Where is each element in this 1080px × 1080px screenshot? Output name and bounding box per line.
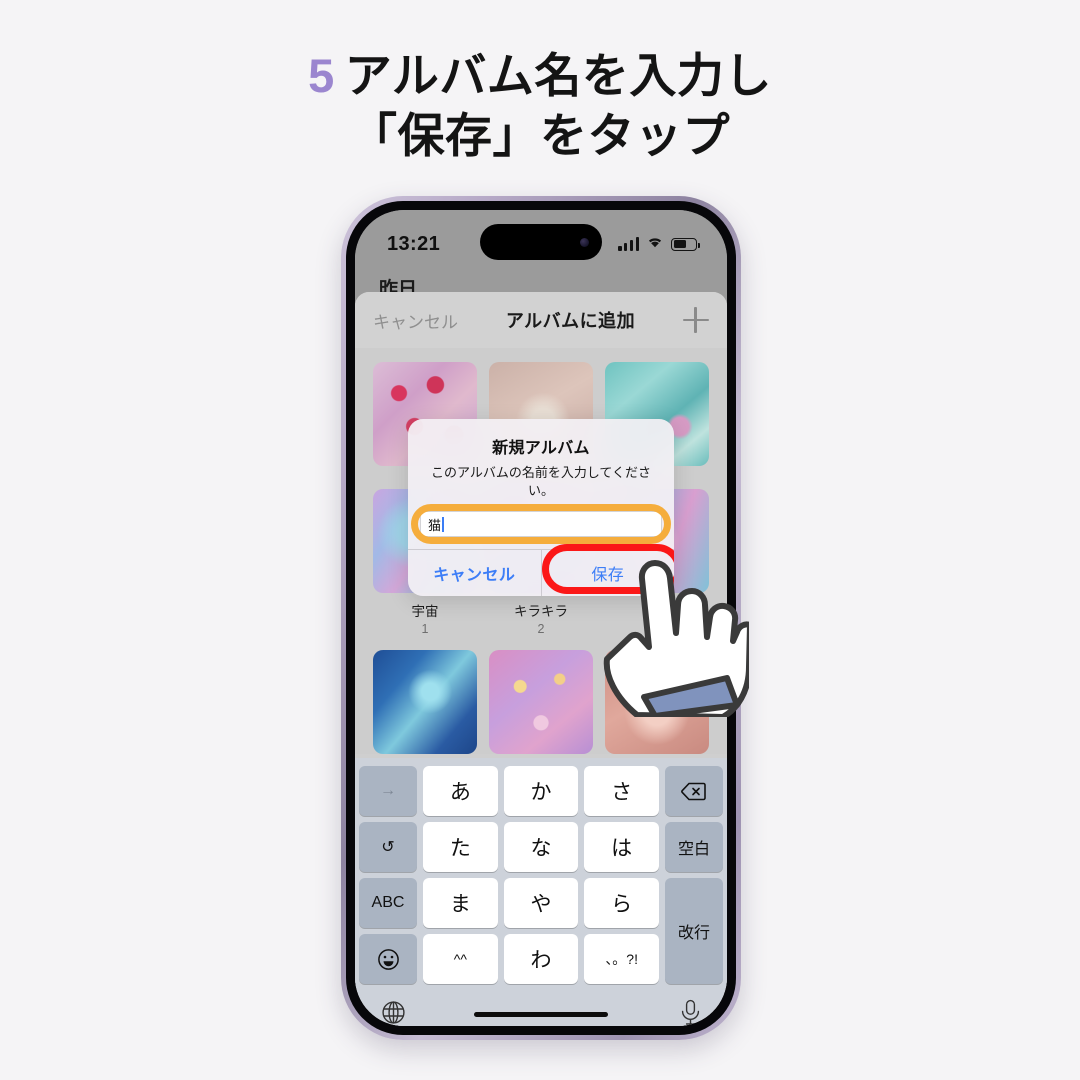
- microphone-icon[interactable]: [680, 999, 701, 1026]
- key-ma[interactable]: ま: [423, 878, 498, 928]
- delete-icon[interactable]: [664, 766, 723, 816]
- key-abc[interactable]: ABC: [359, 878, 417, 928]
- keyboard-bottom-bar: [359, 984, 723, 1026]
- poster-canvas: 5 アルバム名を入力し 「保存」をタップ 昨日 13:21 キャンセル アルバム…: [0, 0, 1080, 1080]
- album-count: 2: [537, 622, 545, 636]
- key-next[interactable]: →: [359, 766, 417, 816]
- front-camera-icon: [580, 237, 589, 247]
- album-name: キラキラ: [514, 604, 568, 619]
- key-wa[interactable]: わ: [503, 934, 579, 984]
- key-kaomoji[interactable]: ^^: [423, 934, 498, 984]
- album-thumbnail: [489, 650, 593, 754]
- key-ta[interactable]: た: [423, 822, 498, 872]
- dynamic-island: [480, 224, 602, 260]
- key-ka[interactable]: か: [503, 766, 579, 816]
- album-name-input[interactable]: 猫: [420, 511, 662, 538]
- step-number: 5: [308, 49, 335, 102]
- dialog-cancel-button[interactable]: キャンセル: [408, 550, 541, 596]
- dialog-message: このアルバムの名前を入力してください。: [430, 465, 652, 498]
- key-punct[interactable]: 、。?!: [584, 934, 659, 984]
- key-undo[interactable]: ↺: [359, 822, 417, 872]
- key-space[interactable]: 空白: [664, 822, 723, 872]
- album-cell[interactable]: [373, 650, 477, 754]
- page-title: 5 アルバム名を入力し 「保存」をタップ: [0, 46, 1080, 166]
- plus-icon[interactable]: [682, 307, 709, 333]
- album-count: 1: [421, 622, 429, 636]
- key-ra[interactable]: ら: [584, 878, 659, 928]
- key-ha[interactable]: は: [584, 822, 659, 872]
- sheet-title: アルバムに追加: [505, 311, 636, 331]
- album-name: 宇宙: [411, 604, 439, 619]
- key-sa[interactable]: さ: [584, 766, 659, 816]
- home-indicator: [474, 1012, 608, 1017]
- globe-icon[interactable]: [381, 1000, 406, 1025]
- text-caret: [442, 516, 444, 532]
- key-enter[interactable]: 改行: [664, 878, 723, 984]
- heading-line-2: 「保存」をタップ: [350, 109, 730, 163]
- japanese-kana-keyboard: → あ か さ ↺ た な は 空白 ABC ま や ら 改行 ^^ わ 、。?…: [355, 758, 727, 1026]
- pointing-hand-cursor: [597, 537, 753, 722]
- sheet-navbar: キャンセル アルバムに追加: [355, 292, 727, 348]
- album-name-input-value: 猫: [428, 517, 442, 533]
- heading-line-1: アルバム名を入力し: [344, 49, 772, 102]
- emoji-icon[interactable]: [359, 934, 417, 984]
- sheet-cancel-button[interactable]: キャンセル: [373, 308, 458, 333]
- album-thumbnail: [373, 650, 477, 754]
- dialog-header: 新規アルバム このアルバムの名前を入力してください。: [408, 419, 674, 511]
- key-ya[interactable]: や: [503, 878, 579, 928]
- album-cell[interactable]: [489, 650, 593, 754]
- key-na[interactable]: な: [503, 822, 579, 872]
- keyboard-grid: → あ か さ ↺ た な は 空白 ABC ま や ら 改行 ^^ わ 、。?…: [359, 766, 723, 984]
- dialog-title: 新規アルバム: [492, 440, 590, 457]
- key-a[interactable]: あ: [423, 766, 498, 816]
